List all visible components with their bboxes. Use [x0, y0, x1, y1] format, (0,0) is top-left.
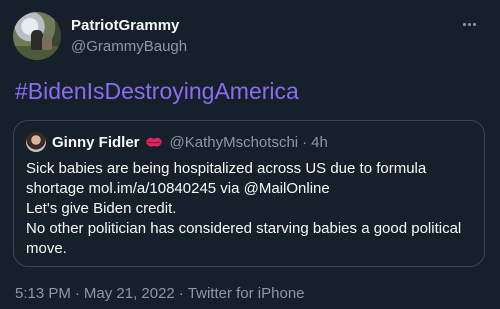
tweet-date[interactable]: May 21, 2022 — [84, 285, 175, 302]
dot-separator: · — [178, 285, 184, 302]
author-display-name[interactable]: PatriotGrammy — [71, 17, 179, 34]
quoted-text-line: Let's give Biden credit. — [26, 200, 177, 217]
author-handle[interactable]: @GrammyBaugh — [71, 38, 187, 55]
more-options-icon[interactable] — [459, 16, 479, 32]
quoted-timestamp[interactable]: 4h — [311, 134, 328, 151]
quoted-handle[interactable]: @KathyMschotschi — [170, 134, 299, 151]
quoted-text-line: shortage mol.im/a/10840245 via @MailOnli… — [26, 180, 330, 197]
dot-separator: · — [302, 133, 308, 151]
tweet-meta: 5:13 PM · May 21, 2022 · Twitter for iPh… — [15, 285, 305, 302]
quoted-tweet-text: Sick babies are being hospitalized acros… — [26, 159, 476, 259]
avatar[interactable] — [13, 12, 61, 60]
quoted-text-line: Sick babies are being hospitalized acros… — [26, 160, 427, 177]
quoted-tweet[interactable]: Ginny Fidler @KathyMschotschi · 4h Sick … — [13, 120, 485, 267]
dot-separator: · — [74, 285, 80, 302]
tweet-source[interactable]: Twitter for iPhone — [188, 285, 305, 302]
lips-kiss-icon — [145, 137, 162, 147]
quoted-avatar[interactable] — [26, 132, 46, 152]
tweet-time[interactable]: 5:13 PM — [15, 285, 71, 302]
quoted-text-line: move. — [26, 240, 67, 257]
hashtag-link[interactable]: #BidenIsDestroyingAmerica — [15, 78, 299, 105]
quoted-tweet-header: Ginny Fidler @KathyMschotschi · 4h — [26, 131, 328, 153]
quoted-text-line: No other politician has considered starv… — [26, 220, 462, 237]
quoted-display-name[interactable]: Ginny Fidler — [52, 134, 140, 151]
